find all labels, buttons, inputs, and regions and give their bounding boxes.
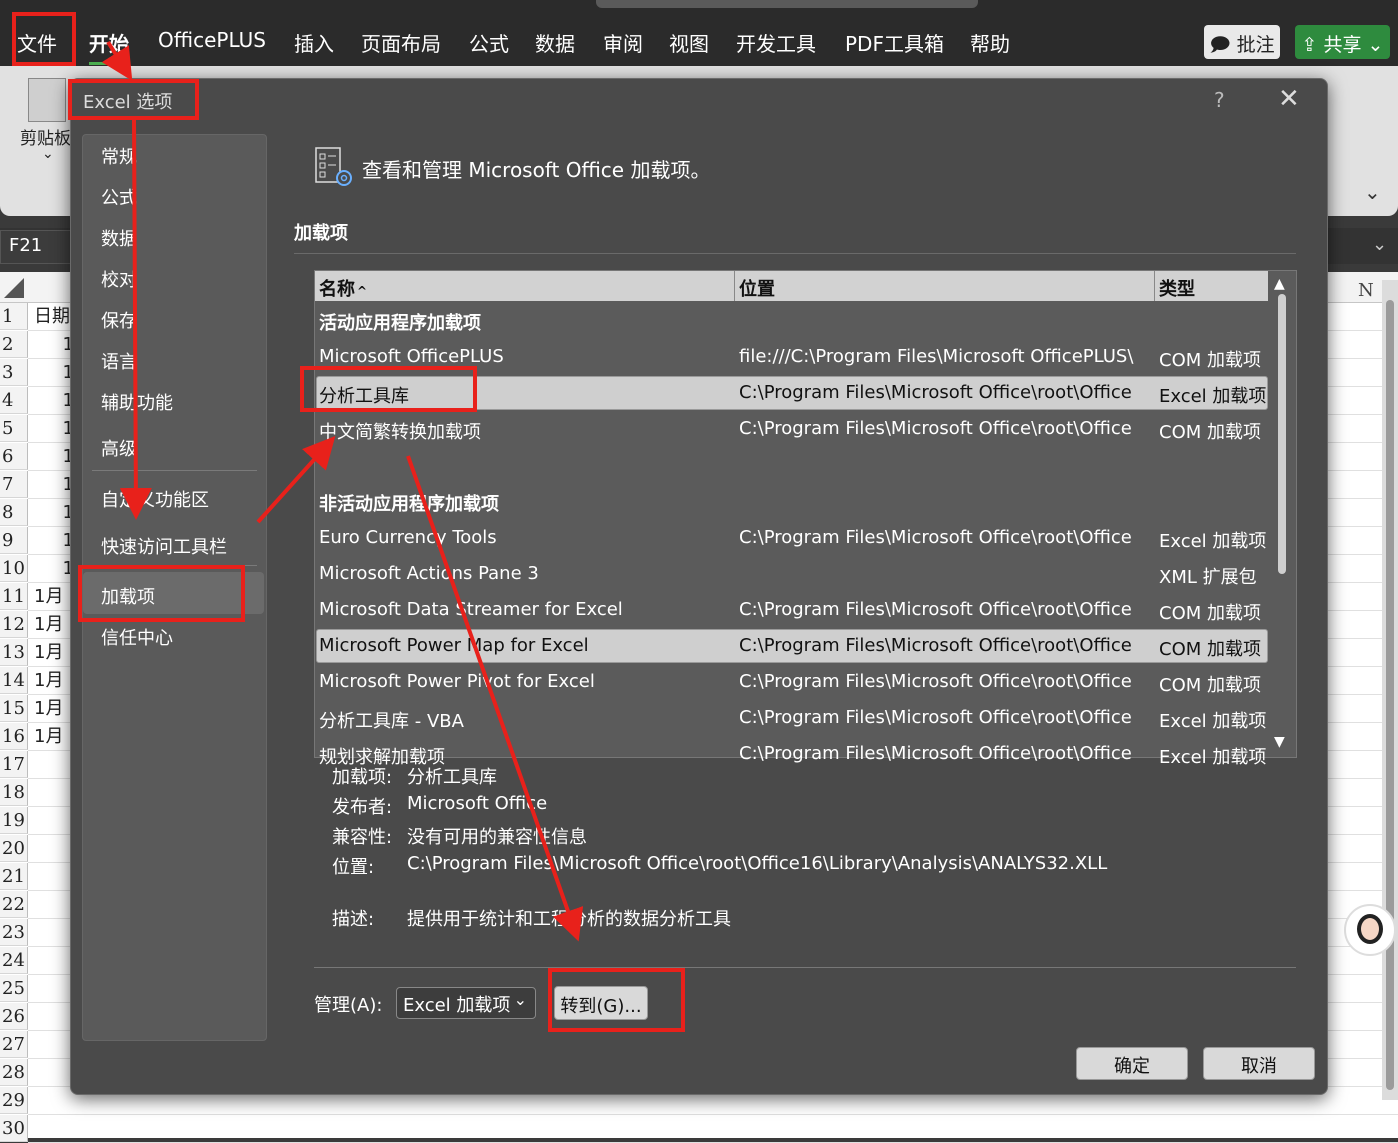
arrow-nav-to-table — [256, 436, 336, 524]
arrow-table-to-goto — [406, 455, 584, 942]
arrow-title-to-nav — [119, 117, 152, 520]
arrow-file-to-dialog — [101, 40, 133, 81]
annotation-arrows — [101, 40, 584, 942]
